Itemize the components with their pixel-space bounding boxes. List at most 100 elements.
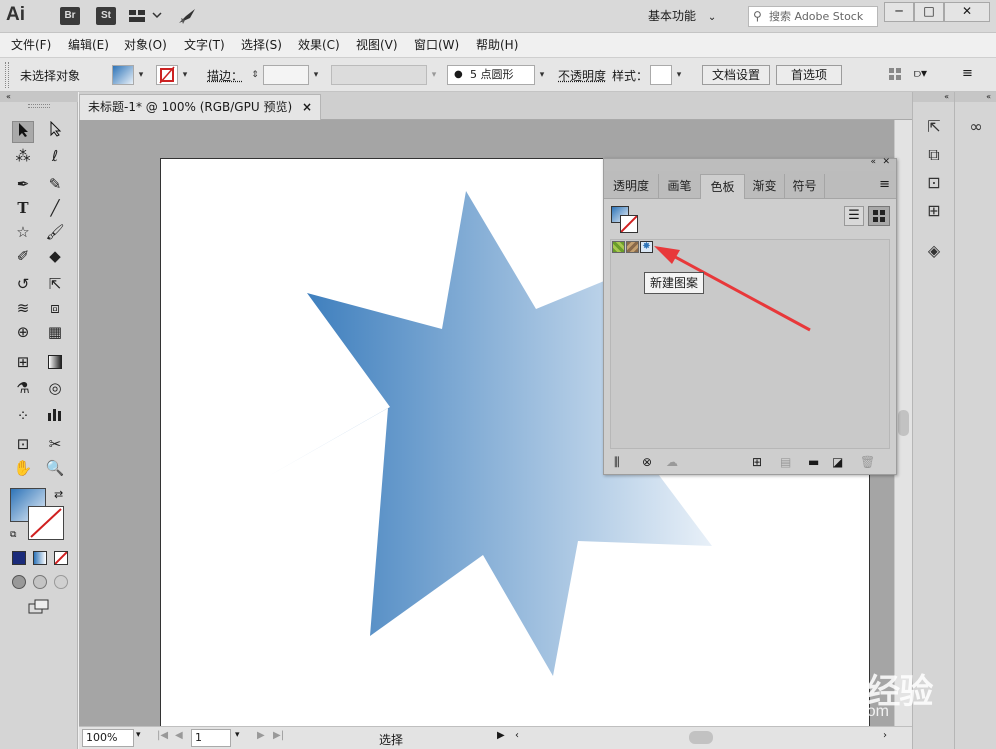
- swatch-options-icon[interactable]: ⊞: [752, 455, 762, 469]
- transform-panel-icon[interactable]: ⊡: [923, 172, 945, 194]
- tab-gradient[interactable]: 渐变: [745, 174, 785, 199]
- brush-chevron-icon[interactable]: ▾: [535, 65, 549, 85]
- shaper-tool-icon[interactable]: ✐: [12, 245, 34, 267]
- stock-button[interactable]: St: [96, 7, 116, 25]
- scroll-right-icon[interactable]: ›: [883, 730, 887, 741]
- new-swatch-icon[interactable]: ◪: [832, 455, 843, 469]
- close-panel-icon[interactable]: ✕: [882, 157, 890, 167]
- color-group-icon[interactable]: ▤: [780, 455, 791, 469]
- last-artboard-icon[interactable]: ▶|: [273, 730, 284, 741]
- graphic-style-swatch[interactable]: [650, 65, 672, 85]
- vertical-scroll-thumb[interactable]: [898, 410, 909, 436]
- artboard-number-input[interactable]: 1: [191, 729, 231, 747]
- collapse-chevron-icon[interactable]: «: [913, 92, 955, 102]
- eraser-tool-icon[interactable]: ◆: [44, 245, 66, 267]
- hand-tool-icon[interactable]: ✋: [12, 457, 34, 479]
- menu-file[interactable]: 文件(F): [11, 36, 51, 53]
- selection-tool-icon[interactable]: [12, 121, 34, 143]
- creative-cloud-libraries-icon[interactable]: ∞: [965, 116, 987, 138]
- color-mode-button[interactable]: [12, 551, 26, 565]
- close-window-button[interactable]: ✕: [944, 2, 990, 22]
- arrange-documents-button[interactable]: [128, 7, 164, 25]
- cloud-library-icon[interactable]: ☁: [666, 455, 678, 469]
- swatch-library-icon[interactable]: ⫼: [614, 455, 620, 470]
- show-swatch-kinds-icon[interactable]: ⊗: [642, 455, 652, 469]
- document-tab[interactable]: 未标题-1* @ 100% (RGB/GPU 预览) ×: [79, 94, 321, 120]
- stroke-color-swatch[interactable]: [156, 65, 178, 85]
- draw-normal-icon[interactable]: [12, 575, 26, 589]
- new-color-group-icon[interactable]: ▬: [808, 455, 819, 469]
- magic-wand-tool-icon[interactable]: ⁂: [12, 145, 34, 167]
- tab-brushes[interactable]: 画笔: [659, 174, 701, 199]
- stroke-weight-chevron-icon[interactable]: ▾: [309, 65, 323, 85]
- slice-tool-icon[interactable]: ✂: [44, 433, 66, 455]
- none-mode-button[interactable]: [54, 551, 68, 565]
- eyedropper-tool-icon[interactable]: ⚗: [12, 377, 34, 399]
- previous-artboard-icon[interactable]: ◀: [175, 730, 183, 741]
- bridge-button[interactable]: Br: [60, 7, 80, 25]
- line-segment-tool-icon[interactable]: ╱: [44, 197, 66, 219]
- tab-swatches[interactable]: 色板: [701, 174, 745, 199]
- perspective-grid-tool-icon[interactable]: ▦: [44, 321, 66, 343]
- panel-menu-icon[interactable]: ≡: [879, 177, 890, 192]
- stock-search-input[interactable]: ⚲ 搜索 Adobe Stock: [748, 6, 878, 27]
- scale-tool-icon[interactable]: ⇱: [44, 273, 66, 295]
- delete-swatch-icon[interactable]: 🗑: [860, 455, 875, 469]
- collapse-panel-icon[interactable]: «: [870, 157, 876, 167]
- artboards-panel-icon[interactable]: ⊞: [923, 200, 945, 222]
- pathfinder-icon[interactable]: ⧉: [923, 144, 945, 166]
- panel-header[interactable]: « ✕: [604, 157, 896, 171]
- transform-icon[interactable]: ⫐▾: [914, 66, 940, 82]
- draw-behind-icon[interactable]: [33, 575, 47, 589]
- graph-tool-icon[interactable]: [44, 405, 66, 427]
- export-icon[interactable]: ⇱: [923, 116, 945, 138]
- stroke-dropdown-chevron-icon[interactable]: ▾: [178, 65, 192, 85]
- menu-select[interactable]: 选择(S): [241, 36, 282, 53]
- curvature-tool-icon[interactable]: ✎: [44, 173, 66, 195]
- close-tab-icon[interactable]: ×: [302, 95, 312, 119]
- artboard-tool-icon[interactable]: ⊡: [12, 433, 34, 455]
- style-chevron-icon[interactable]: ▾: [672, 65, 686, 85]
- star-tool-icon[interactable]: ☆: [12, 221, 34, 243]
- menu-effect[interactable]: 效果(C): [298, 36, 340, 53]
- brush-definition-select[interactable]: ● 5 点圆形: [447, 65, 535, 85]
- mesh-tool-icon[interactable]: ⊞: [12, 351, 34, 373]
- opacity-label[interactable]: 不透明度: [558, 67, 606, 84]
- menu-edit[interactable]: 编辑(E): [68, 36, 109, 53]
- rotate-tool-icon[interactable]: ↺: [12, 273, 34, 295]
- draw-inside-icon[interactable]: [54, 575, 68, 589]
- default-fill-stroke-icon[interactable]: ⧉: [10, 530, 22, 542]
- zoom-chevron-icon[interactable]: ▾: [136, 730, 141, 740]
- paintbrush-tool-icon[interactable]: 🖌: [44, 221, 66, 243]
- stroke-swatch[interactable]: [28, 506, 64, 540]
- tab-symbols[interactable]: 符号: [785, 174, 825, 199]
- gradient-mode-button[interactable]: [33, 551, 47, 565]
- menu-lines-icon[interactable]: ≡: [962, 66, 976, 82]
- layers-icon[interactable]: ◈: [923, 240, 945, 262]
- status-menu-arrow-icon[interactable]: ▶: [497, 730, 505, 741]
- screen-mode-icon[interactable]: [28, 599, 50, 615]
- gradient-tool-icon[interactable]: [44, 351, 66, 373]
- list-view-icon[interactable]: ☰: [844, 206, 864, 226]
- variable-width-profile[interactable]: [331, 65, 427, 85]
- direct-selection-tool-icon[interactable]: [44, 120, 66, 143]
- next-artboard-icon[interactable]: ▶: [257, 730, 265, 741]
- fill-color-swatch[interactable]: [112, 65, 134, 85]
- zoom-tool-icon[interactable]: 🔍: [44, 457, 66, 479]
- menu-type[interactable]: 文字(T): [184, 36, 225, 53]
- profile-chevron-icon[interactable]: ▾: [427, 65, 441, 85]
- pen-tool-icon[interactable]: ✒: [12, 173, 34, 195]
- scroll-left-icon[interactable]: ‹: [515, 730, 519, 741]
- blend-tool-icon[interactable]: ◎: [44, 377, 66, 399]
- gpu-performance-button[interactable]: [176, 6, 198, 26]
- horizontal-scroll-thumb[interactable]: [689, 731, 713, 744]
- lasso-tool-icon[interactable]: ℓ: [44, 145, 66, 167]
- document-setup-button[interactable]: 文档设置: [702, 65, 770, 85]
- collapse-chevron-icon[interactable]: «: [0, 92, 78, 102]
- menu-window[interactable]: 窗口(W): [414, 36, 459, 53]
- free-transform-tool-icon[interactable]: ⧈: [44, 297, 66, 319]
- minimize-button[interactable]: ─: [884, 2, 914, 22]
- stroke-weight-stepper[interactable]: ⇕: [248, 65, 262, 85]
- stroke-weight-input[interactable]: [263, 65, 309, 85]
- shape-builder-tool-icon[interactable]: ⊕: [12, 321, 34, 343]
